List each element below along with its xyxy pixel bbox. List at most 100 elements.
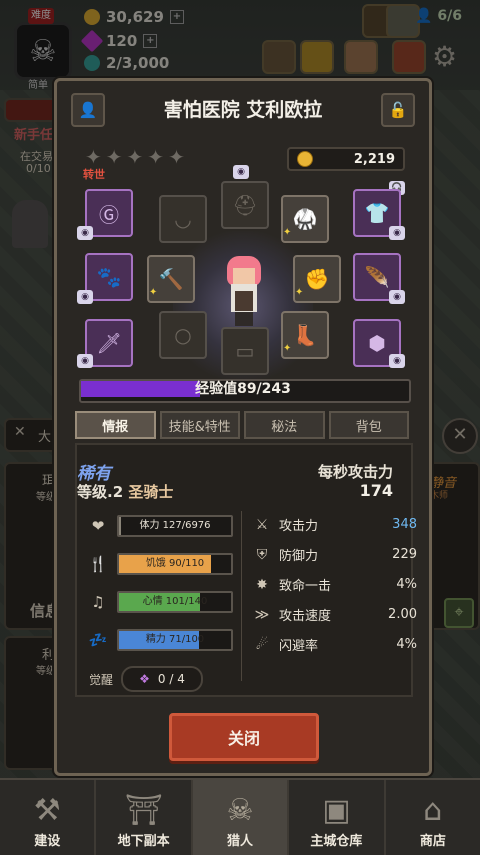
energy-text: 精力 71/100 [145,634,205,645]
helmet-icon: ⛑ [232,193,258,217]
hammer-icon: ⚒ [33,793,61,828]
eye-icon[interactable]: ◉ [233,165,249,179]
boots-icon: 👢 [292,323,318,347]
stats-divider [241,511,242,681]
hunger-text: 饥饿 90/110 [145,558,205,569]
hexagon-gem-icon: ⬢ [368,331,386,355]
rebirth-label: 转世 [83,168,105,181]
star-icon: ✦ [147,145,165,169]
necklace-icon: ◡ [174,207,192,231]
nav-dungeon[interactable]: ⛩ 地下副本 [96,780,193,855]
stat-row-crit: ✸ 致命一击 4% [253,575,417,595]
hero-apron [235,291,253,311]
hammer-icon: 🔨 [158,267,184,291]
atk-per-sec-value: 174 [359,481,393,500]
awaken-label: 觉醒 [89,673,114,687]
shield-icon: ⛨ [256,546,268,563]
stat-name: 闪避率 [279,639,319,654]
paw-icon: 🐾 [96,265,122,289]
upgrade-sparkle-icon: ✦ [295,287,304,298]
stamina-bar: 体力 127/6976 [117,515,233,537]
stat-name: 防御力 [279,549,319,564]
class-name: 圣骑士 [128,483,174,501]
nav-hunters[interactable]: ☠ 猎人 [192,780,290,855]
upgrade-sparkle-icon: ✦ [149,287,158,298]
xp-bar: 经验值89/243 [79,379,411,403]
stat-row-defense: ⛨ 防御力 229 [253,545,417,565]
hunger-bar: 饥饿 90/110 [117,553,233,575]
necklace-slot[interactable]: ◡ [159,195,207,243]
nav-label: 主城仓库 [310,834,363,849]
close-button[interactable]: 关闭 [169,713,319,761]
stat-value: 2.00 [388,607,417,622]
sleep-icon: 💤 [88,631,108,649]
lock-button[interactable]: 🔓 [381,93,415,127]
shop-icon: ⌂ [423,793,443,828]
awaken-value: 0 / 4 [157,672,185,686]
eye-icon[interactable]: ◉ [389,354,405,368]
mood-bar: 心情 101/140 [117,591,233,613]
unlock-icon: 🔓 [388,101,408,119]
armor-icon: 🥋 [292,207,318,231]
eye-icon[interactable]: ◉ [77,226,93,240]
nav-label: 地下副本 [117,834,170,849]
hero-face [233,268,255,284]
awaken-crystal-icon: ❖ [139,672,150,686]
stat-name: 攻击速度 [279,609,332,624]
shirt-icon: 👕 [364,201,390,225]
tab-secret-arts[interactable]: 秘法 [244,411,325,439]
eye-icon[interactable]: ◉ [77,354,93,368]
fork-knife-icon: 🍴 [88,555,108,573]
upgrade-sparkle-icon: ✦ [283,343,292,354]
stat-value: 229 [392,547,417,562]
stat-value: 4% [396,637,417,652]
eye-icon[interactable]: ◉ [389,226,405,240]
dodge-icon: ☄ [255,636,269,653]
stat-row-attack: ⚔ 攻击力 348 [253,515,417,535]
nav-warehouse[interactable]: ▣ 主城仓库 [289,780,386,855]
star-icon: ✦ [105,145,123,169]
energy-bar: 精力 71/100 [117,629,233,651]
nav-label: 建设 [34,834,61,849]
xp-label: 经验值89/243 [195,381,291,397]
stat-row-dodge: ☄ 闪避率 4% [253,635,417,655]
nav-label: 猎人 [227,834,254,849]
ring-slot[interactable]: ○ [159,311,207,359]
belt-icon: ▭ [235,339,255,363]
dungeon-gate-icon: ⛩ [124,793,163,828]
music-note-icon: ♫ [91,593,105,611]
stat-name: 致命一击 [279,579,332,594]
mood-text: 心情 101/140 [142,596,208,607]
hunter-emblem-icon: ☠ [226,793,254,828]
speed-icon: ≫ [254,606,270,623]
tab-backpack[interactable]: 背包 [328,411,409,439]
nav-shop[interactable]: ⌂ 商店 [386,780,480,855]
helmet-slot[interactable]: ⛑ [221,181,269,229]
eye-icon[interactable]: ◉ [77,290,93,304]
stat-value: 4% [396,577,417,592]
tab-info[interactable]: 情报 [75,411,156,439]
chest-icon: ▣ [322,793,351,828]
rune-g-icon: Ⓖ [99,202,119,227]
wing-icon: 🪶 [364,265,390,289]
gold-coin-icon [297,151,313,167]
detail-tabs: 情报 技能&特性 秘法 背包 [75,411,409,439]
eye-icon[interactable]: ◉ [389,290,405,304]
stat-row-speed: ≫ 攻击速度 2.00 [253,605,417,625]
belt-slot[interactable]: ▭ [221,327,269,375]
gloves-icon: ✊ [304,267,330,291]
bottom-nav: ⚒ 建设 ⛩ 地下副本 ☠ 猎人 ▣ 主城仓库 ⌂ 商店 [0,778,480,855]
nav-label: 商店 [419,834,446,849]
star-icon: ✦ [126,145,144,169]
coin-value: 2,219 [353,151,395,167]
upgrade-sparkle-icon: ✦ [283,227,292,238]
star-icon: ✦ [168,145,185,169]
nav-build[interactable]: ⚒ 建设 [0,780,97,855]
coin-balance: 2,219 [287,147,405,171]
tab-skills[interactable]: 技能&特性 [159,411,240,439]
ring-icon: ○ [174,323,192,347]
modal-title: 害怕医院 艾利欧拉 [163,99,323,121]
level-class: 等级.2 圣骑士 [77,481,173,502]
atk-per-sec-label: 每秒攻击力 [317,463,393,481]
awaken-progress[interactable]: ❖ 0 / 4 [121,666,203,692]
